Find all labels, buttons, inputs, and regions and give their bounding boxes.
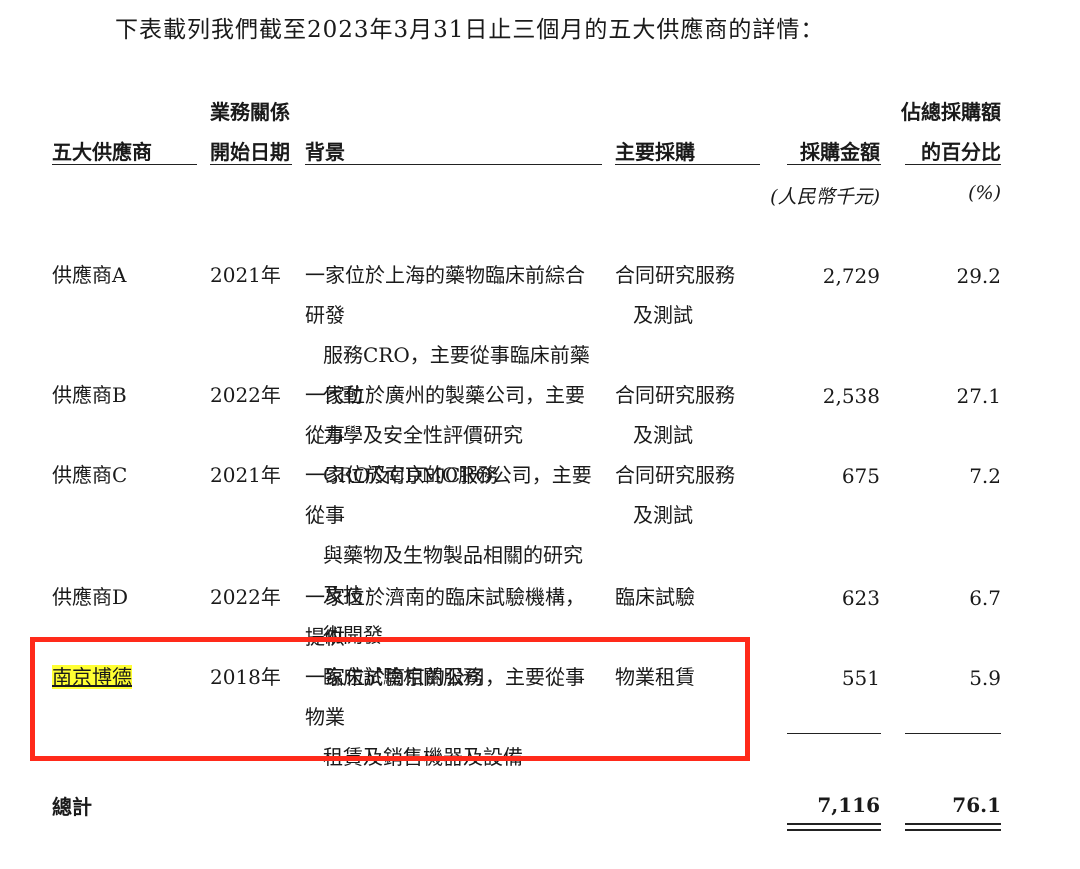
row-b-desc-line: 一家位於廣州的製藥公司，主要從事 xyxy=(305,383,585,447)
row-b-supplier: 供應商B xyxy=(52,383,127,407)
row-a-pct: 29.2 xyxy=(956,264,1001,288)
row-a-supplier: 供應商A xyxy=(52,263,127,287)
row-c-year: 2021年 xyxy=(210,463,281,487)
header-rule-pct xyxy=(905,164,1001,165)
row-e-amount: 551 xyxy=(841,666,880,690)
intro-text: 下表載列我們截至2023年3月31日止三個月的五大供應商的詳情： xyxy=(115,17,825,43)
row-c-desc-line: 一家位於南京的CRO公司，主要從事 xyxy=(305,463,592,527)
row-a-year: 2021年 xyxy=(210,263,281,287)
row-d-amount: 623 xyxy=(841,586,880,610)
row-b-year: 2022年 xyxy=(210,383,281,407)
row-e-pct: 5.9 xyxy=(969,666,1001,690)
row-d-purchase-line: 臨床試驗 xyxy=(615,585,695,609)
header-rule-amount xyxy=(787,164,881,165)
row-c-pct: 7.2 xyxy=(969,464,1001,488)
subtotal-rule-pct xyxy=(905,733,1001,734)
total-double-rule-amount-bottom xyxy=(787,829,881,831)
row-c-purchase: 合同研究服務 及測試 xyxy=(615,455,735,535)
unit-amount: (人民幣千元) xyxy=(770,186,880,208)
header-rule-supplier xyxy=(52,164,197,165)
header-background: 背景 xyxy=(305,140,345,164)
row-c-amount: 675 xyxy=(841,464,880,488)
row-a-desc-line: 一家位於上海的藥物臨床前綜合研發 xyxy=(305,263,585,327)
unit-pct: (%) xyxy=(968,182,1001,204)
total-double-rule-pct-bottom xyxy=(905,829,1001,831)
row-b-amount: 2,538 xyxy=(822,384,880,408)
total-amount: 7,116 xyxy=(817,793,880,817)
row-b-purchase-line: 合同研究服務 xyxy=(615,383,735,407)
subtotal-rule-amount xyxy=(787,733,881,734)
row-b-pct: 27.1 xyxy=(956,384,1001,408)
total-double-rule-pct-top xyxy=(905,823,1001,825)
header-rule-purchase xyxy=(615,164,760,165)
row-c-purchase-line: 合同研究服務 xyxy=(615,463,735,487)
row-a-purchase-line: 及測試 xyxy=(633,303,693,327)
total-pct: 76.1 xyxy=(952,793,1001,817)
row-d-purchase: 臨床試驗 xyxy=(615,577,695,617)
header-start-date-line2: 開始日期 xyxy=(210,140,290,164)
row-d-year: 2022年 xyxy=(210,585,281,609)
header-pct-line1: 佔總採購額 xyxy=(901,100,1001,124)
annotation-box xyxy=(30,637,750,761)
header-rule-start-date xyxy=(210,164,292,165)
total-label: 總計 xyxy=(52,795,92,819)
header-supplier: 五大供應商 xyxy=(52,140,152,164)
row-c-purchase-line: 及測試 xyxy=(633,503,693,527)
row-b-purchase-line: 及測試 xyxy=(633,423,693,447)
total-double-rule-amount-top xyxy=(787,823,881,825)
row-a-purchase-line: 合同研究服務 xyxy=(615,263,735,287)
row-b-purchase: 合同研究服務 及測試 xyxy=(615,375,735,455)
row-d-pct: 6.7 xyxy=(969,586,1001,610)
header-purchase: 主要採購 xyxy=(615,140,695,164)
header-start-date-line1: 業務關係 xyxy=(210,100,290,124)
row-c-supplier: 供應商C xyxy=(52,463,128,487)
header-pct-line2: 的百分比 xyxy=(921,140,1001,164)
header-amount: 採購金額 xyxy=(800,140,880,164)
row-a-purchase: 合同研究服務 及測試 xyxy=(615,255,735,335)
header-rule-background xyxy=(305,164,602,165)
row-d-supplier: 供應商D xyxy=(52,585,129,609)
row-a-amount: 2,729 xyxy=(822,264,880,288)
